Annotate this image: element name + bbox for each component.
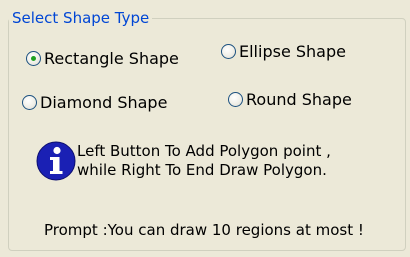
shape-type-panel: Select Shape Type Rectangle Shape Ellips…	[0, 0, 410, 257]
radio-selected-dot	[31, 56, 36, 61]
radio-rectangle-shape[interactable]: Rectangle Shape	[26, 49, 179, 68]
info-line-2: while Right To End Draw Polygon.	[77, 161, 327, 179]
radio-label: Round Shape	[246, 90, 352, 109]
radio-label: Rectangle Shape	[44, 49, 179, 68]
radio-button-icon[interactable]	[228, 92, 243, 107]
prompt-text: Prompt :You can draw 10 regions at most …	[44, 221, 364, 239]
info-icon	[36, 141, 76, 181]
info-line-1: Left Button To Add Polygon point ,	[77, 142, 331, 160]
radio-button-icon[interactable]	[221, 44, 236, 59]
radio-ellipse-shape[interactable]: Ellipse Shape	[221, 42, 346, 61]
radio-button-icon[interactable]	[26, 51, 41, 66]
info-message: Left Button To Add Polygon point , while…	[77, 142, 331, 180]
radio-round-shape[interactable]: Round Shape	[228, 90, 352, 109]
radio-button-icon[interactable]	[22, 95, 37, 110]
radio-diamond-shape[interactable]: Diamond Shape	[22, 93, 167, 112]
radio-label: Ellipse Shape	[239, 42, 346, 61]
group-title: Select Shape Type	[9, 9, 153, 27]
radio-label: Diamond Shape	[40, 93, 168, 112]
